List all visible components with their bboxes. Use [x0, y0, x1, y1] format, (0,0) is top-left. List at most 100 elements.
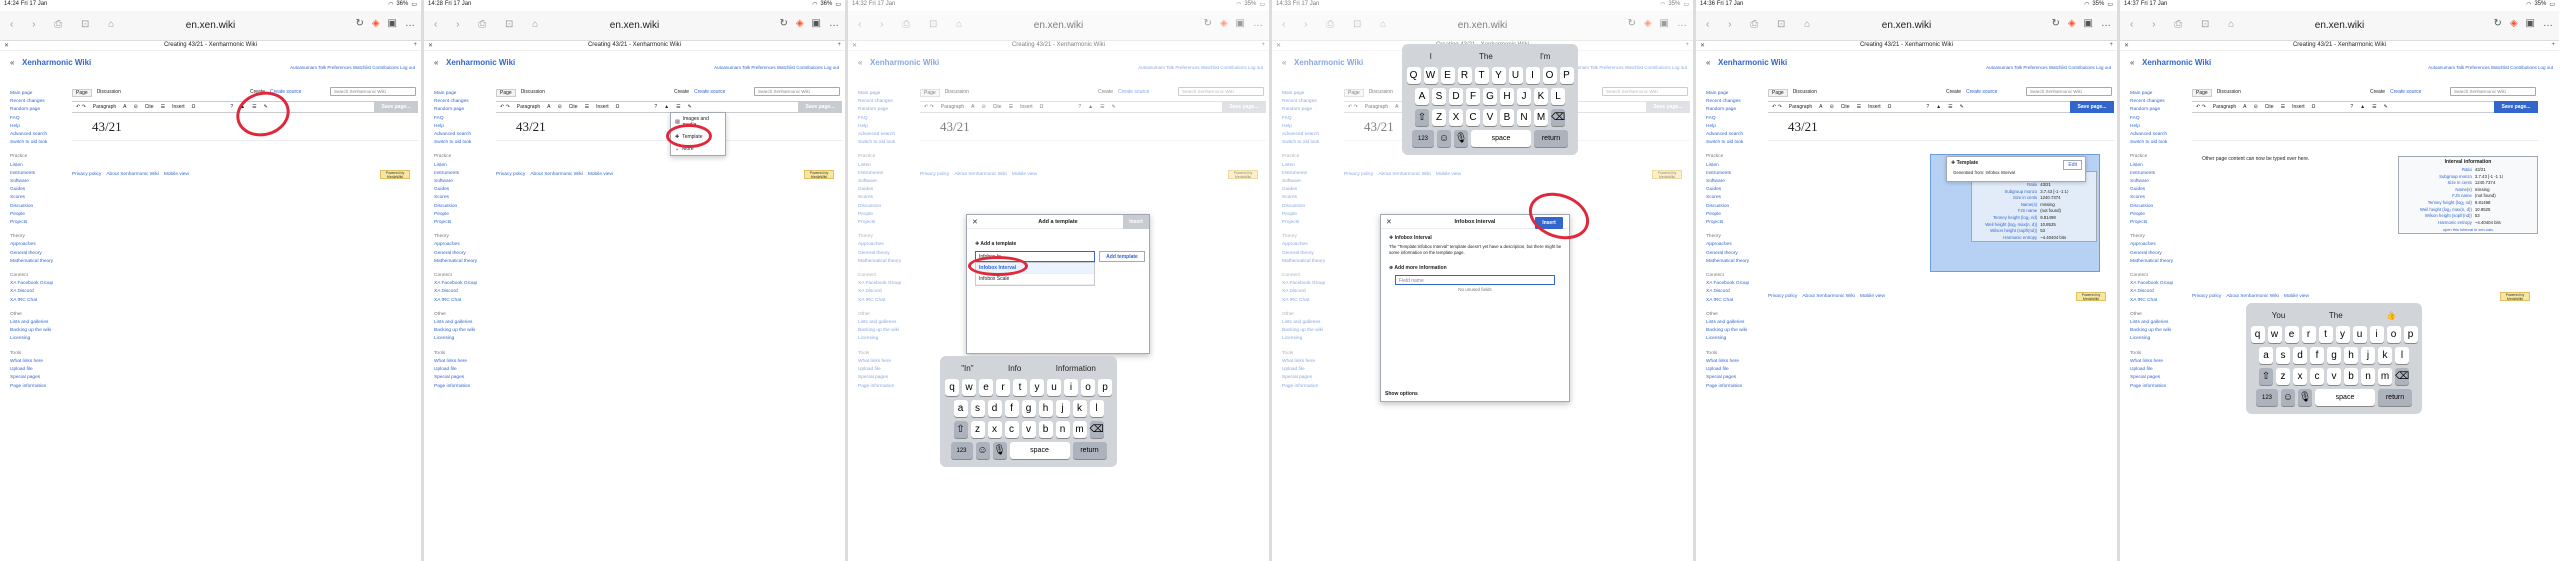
sidebar-link[interactable]: Main page	[10, 90, 66, 98]
brave-shield-icon[interactable]: ◈	[1220, 18, 1228, 29]
save-page-button[interactable]: Save page...	[374, 101, 418, 113]
page-title[interactable]: 43/21	[516, 119, 546, 135]
key[interactable]: n	[1055, 421, 1070, 438]
key[interactable]: v	[1021, 421, 1036, 438]
sidebar-link[interactable]: Special pages	[10, 374, 66, 382]
tab-title[interactable]: Creating 43/21 - Xenharmonic Wiki	[588, 42, 681, 48]
sidebar-link[interactable]: FAQ	[1706, 115, 1762, 123]
key[interactable]: h	[2344, 347, 2358, 364]
personal-tools[interactable]: Autoanumam Talk Preferences Watchlist Co…	[1138, 65, 1263, 70]
tab-title[interactable]: Creating 43/21 - Xenharmonic Wiki	[1012, 42, 1105, 48]
sidebar-link[interactable]: Upload file	[858, 366, 914, 374]
insert-menu-button[interactable]: Insert	[2292, 104, 2305, 110]
edit-template-button[interactable]: Edit	[2063, 160, 2082, 170]
sidebar-link[interactable]: What links here	[434, 358, 490, 366]
add-template-button[interactable]: Add template	[1099, 251, 1145, 262]
sidebar-link[interactable]: Random page	[858, 106, 914, 114]
sidebar-link[interactable]: Backing up the wiki	[434, 327, 490, 335]
special-character-icon[interactable]: Ω	[616, 104, 620, 110]
sidebar-link[interactable]: Advanced search	[858, 131, 914, 139]
tab-strip[interactable]: ✕ Creating 43/21 - Xenharmonic Wiki +	[2120, 42, 2559, 51]
delete-key-icon[interactable]: ⌫	[1551, 109, 1565, 126]
suggestion-item[interactable]: Infobox Interval	[976, 263, 1094, 274]
sidebar-link[interactable]: Scores	[2130, 194, 2186, 202]
undo-redo-icon[interactable]: ↶ ↷	[2196, 104, 2206, 110]
back-icon[interactable]: «	[1282, 58, 1286, 67]
key[interactable]: r	[996, 379, 1010, 396]
undo-redo-icon[interactable]: ↶ ↷	[76, 104, 86, 110]
mic-key-icon[interactable]: 🎙	[1454, 130, 1468, 147]
prediction[interactable]: Information	[1056, 364, 1096, 373]
search-input[interactable]: Search Xenharmonic Wiki	[330, 87, 416, 96]
sidebar-link[interactable]: Listen	[2130, 162, 2186, 170]
sidebar-link[interactable]: Switch to old look	[434, 139, 490, 147]
tab-strip[interactable]: ✕ Creating 43/21 - Xenharmonic Wiki +	[848, 42, 1269, 51]
list-icon[interactable]: ☰	[2281, 104, 2285, 110]
key[interactable]: p	[1098, 379, 1112, 396]
suggestion-item[interactable]: Infobox Scale	[976, 274, 1094, 285]
key[interactable]: l	[2395, 347, 2409, 364]
sidebar-link[interactable]: Lists and galleries	[1706, 319, 1762, 327]
browser-tools[interactable]: ↻ ◈ ▣…	[2051, 18, 2111, 29]
sidebar-link[interactable]: Recent changes	[858, 98, 914, 106]
key[interactable]: g	[2327, 347, 2341, 364]
key[interactable]: H	[1500, 88, 1514, 105]
sidebar-link[interactable]: Mathematical theory	[1282, 258, 1338, 266]
key[interactable]: f	[2310, 347, 2324, 364]
page-title[interactable]: 43/21	[1364, 119, 1394, 135]
key[interactable]: r	[2301, 326, 2316, 343]
sidebar-link[interactable]: Upload file	[434, 366, 490, 374]
sidebar-link[interactable]: Random page	[1706, 106, 1762, 114]
return-key[interactable]: return	[1534, 130, 1568, 147]
footer-link[interactable]: Privacy policy	[72, 172, 101, 177]
sidebar-link[interactable]: XA Discord	[2130, 288, 2186, 296]
sidebar-link[interactable]: Page information	[858, 383, 914, 391]
insert-menu-button[interactable]: Insert	[1020, 104, 1033, 110]
sidebar-link[interactable]: Licensing	[1282, 335, 1338, 343]
sidebar-link[interactable]: Projects	[858, 219, 914, 227]
brave-shield-icon[interactable]: ◈	[1644, 18, 1652, 29]
sidebar-link[interactable]: Guides	[2130, 186, 2186, 194]
sidebar-link[interactable]: Backing up the wiki	[1282, 327, 1338, 335]
tab-create-source[interactable]: Create source	[1118, 89, 1149, 95]
sidebar-link[interactable]: FAQ	[858, 115, 914, 123]
key[interactable]: t	[2318, 326, 2333, 343]
undo-redo-icon[interactable]: ↶ ↷	[924, 104, 934, 110]
shift-key-icon[interactable]: ⇧	[1415, 109, 1429, 126]
key[interactable]: e	[2284, 326, 2299, 343]
site-title[interactable]: Xenharmonic Wiki	[446, 58, 515, 67]
page-options-icon[interactable]: ☰	[1948, 104, 1952, 110]
sidebar-link[interactable]: Advanced search	[1282, 131, 1338, 139]
tab-create-source[interactable]: Create source	[270, 89, 301, 95]
footer-link[interactable]: Privacy policy	[920, 172, 949, 177]
space-key[interactable]: space	[1009, 442, 1070, 459]
tab-title[interactable]: Creating 43/21 - Xenharmonic Wiki	[164, 42, 257, 48]
key[interactable]: j	[1055, 400, 1070, 417]
key[interactable]: i	[2369, 326, 2384, 343]
key[interactable]: M	[1534, 109, 1548, 126]
sidebar-link[interactable]: Recent changes	[10, 98, 66, 106]
sidebar-link[interactable]: Switch to old look	[858, 139, 914, 147]
more-icon[interactable]: …	[1253, 18, 1263, 29]
reload-icon[interactable]: ↻	[1203, 18, 1211, 29]
sidebar-link[interactable]: XA Facebook Group	[858, 280, 914, 288]
sidebar-link[interactable]: Lists and galleries	[10, 319, 66, 327]
page-title[interactable]: 43/21	[1788, 119, 1818, 135]
reload-icon[interactable]: ↻	[2493, 18, 2501, 29]
special-character-icon[interactable]: Ω	[1040, 104, 1044, 110]
sidebar-link[interactable]: Licensing	[10, 335, 66, 343]
link-icon[interactable]: ⊝	[1829, 104, 1833, 110]
warning-icon[interactable]: ▲	[1088, 104, 1093, 110]
sidebar-link[interactable]: Software	[10, 178, 66, 186]
sidebar-link[interactable]: Discussion	[10, 203, 66, 211]
key[interactable]: m	[1072, 421, 1087, 438]
sidebar-link[interactable]: Projects	[1282, 219, 1338, 227]
sidebar-link[interactable]: Software	[1282, 178, 1338, 186]
insert-menu-button[interactable]: Insert	[1868, 104, 1881, 110]
key[interactable]: l	[1089, 400, 1104, 417]
sidebar-link[interactable]: Mathematical theory	[858, 258, 914, 266]
sidebar-link[interactable]: Special pages	[1282, 374, 1338, 382]
close-tab-icon[interactable]: ✕	[2124, 42, 2129, 49]
browser-tools[interactable]: ↻ ◈ ▣…	[779, 18, 839, 29]
sidebar-link[interactable]: Main page	[1282, 90, 1338, 98]
